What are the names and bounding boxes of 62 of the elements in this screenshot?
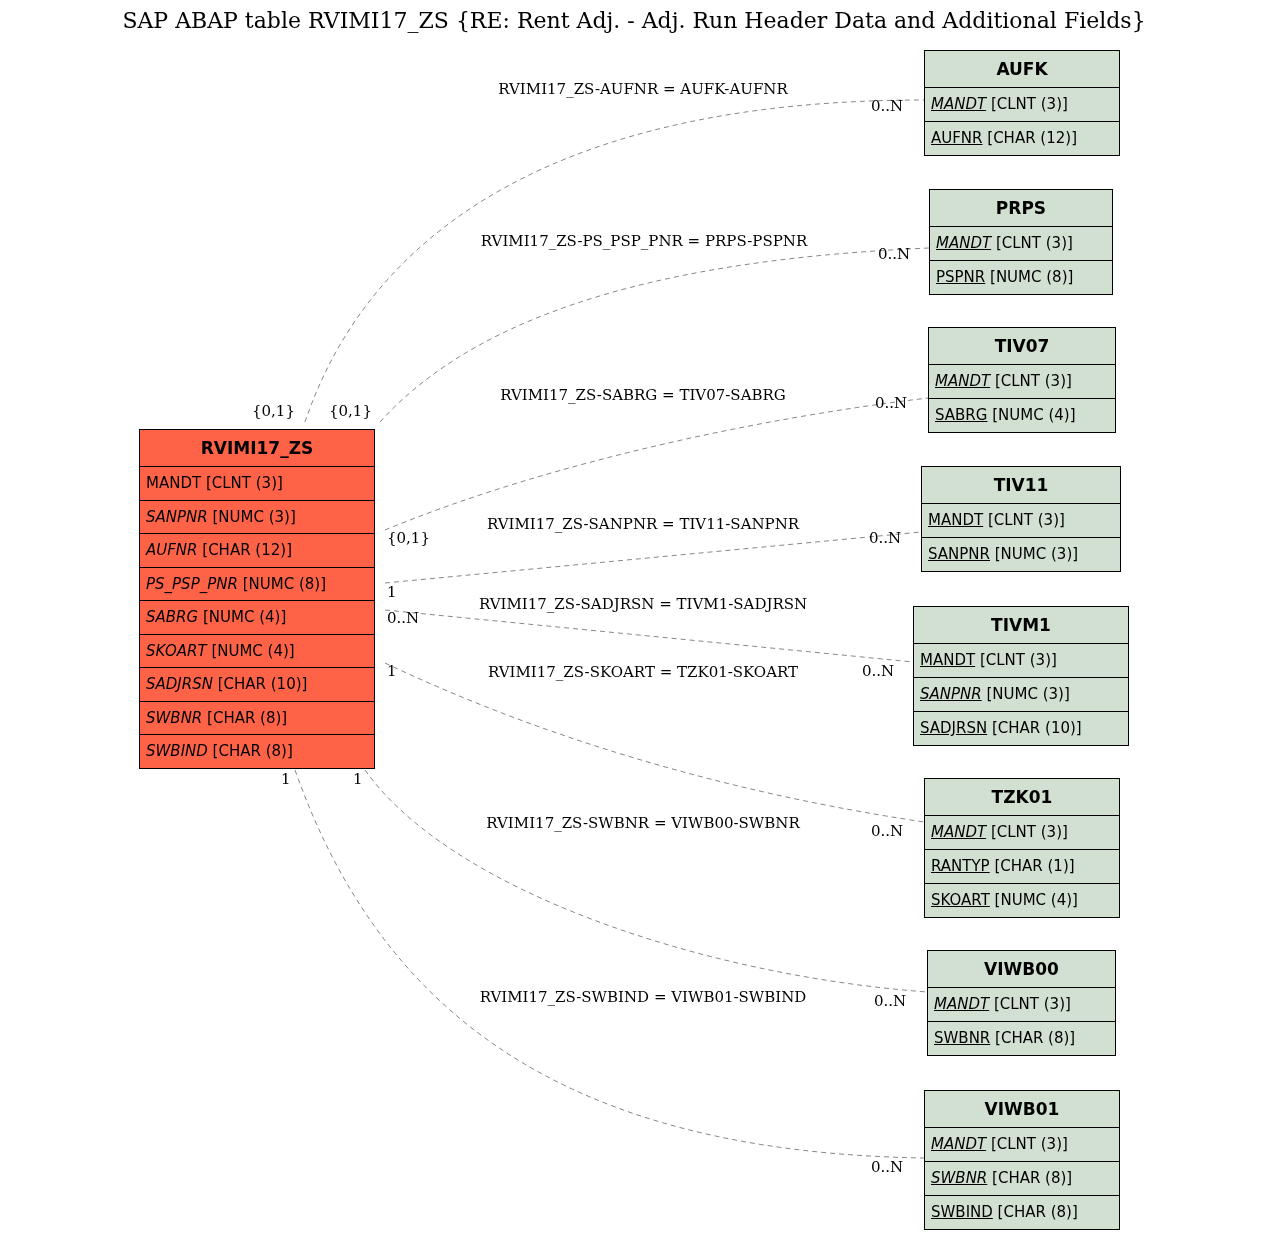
- table-field: MANDT [CLNT (3)]: [925, 88, 1119, 122]
- table-field: SABRG [NUMC (4)]: [929, 399, 1115, 432]
- relation-label: RVIMI17_ZS-SKOART = TZK01-SKOART: [487, 662, 799, 682]
- cardinality-label: {0,1}: [387, 528, 430, 548]
- relation-label: RVIMI17_ZS-PS_PSP_PNR = PRPS-PSPNR: [480, 231, 808, 251]
- table-field: MANDT [CLNT (3)]: [140, 467, 374, 501]
- cardinality-label: 0..N: [871, 821, 904, 841]
- cardinality-label: 1: [387, 661, 397, 681]
- table-name: TIV07: [929, 328, 1115, 365]
- relation-label: RVIMI17_ZS-SWBIND = VIWB01-SWBIND: [479, 987, 807, 1007]
- table-field: SKOART [NUMC (4)]: [140, 634, 374, 668]
- cardinality-label: 1: [387, 582, 397, 602]
- cardinality-label: 0..N: [875, 393, 908, 413]
- diagram-title: SAP ABAP table RVIMI17_ZS {RE: Rent Adj. - Adj. Run Header Data and Additional Fields}: [121, 7, 1147, 33]
- relation-label: RVIMI17_ZS-SANPNR = TIV11-SANPNR: [486, 514, 800, 534]
- table-field: MANDT [CLNT (3)]: [930, 227, 1112, 261]
- table-field: MANDT [CLNT (3)]: [929, 365, 1115, 399]
- cardinality-label: 0..N: [878, 244, 911, 264]
- table-field: AUFNR [CHAR (12)]: [140, 534, 374, 568]
- table-name: VIWB00: [928, 951, 1115, 988]
- table-field: SWBNR [CHAR (8)]: [140, 701, 374, 735]
- cardinality-label: {0,1}: [329, 401, 372, 421]
- table-name: PRPS: [930, 190, 1112, 227]
- table-field: AUFNR [CHAR (12)]: [925, 122, 1119, 155]
- table-field: PS_PSP_PNR [NUMC (8)]: [140, 567, 374, 601]
- table-field: SANPNR [NUMC (3)]: [914, 678, 1128, 712]
- table-name: AUFK: [925, 51, 1119, 88]
- relation-label: RVIMI17_ZS-SWBNR = VIWB00-SWBNR: [486, 813, 800, 833]
- table-field: SWBNR [CHAR (8)]: [925, 1162, 1119, 1196]
- relation-label: RVIMI17_ZS-AUFNR = AUFK-AUFNR: [498, 79, 788, 99]
- cardinality-label: 0..N: [869, 528, 902, 548]
- table-field: SKOART [NUMC (4)]: [925, 884, 1119, 917]
- cardinality-label: 0..N: [871, 96, 904, 116]
- table-name: TIV11: [922, 467, 1120, 504]
- table-field: SANPNR [NUMC (3)]: [922, 538, 1120, 571]
- table-name: TZK01: [925, 779, 1119, 816]
- cardinality-label: 0..N: [387, 608, 420, 628]
- table-field: SWBNR [CHAR (8)]: [928, 1022, 1115, 1055]
- table-field: MANDT [CLNT (3)]: [914, 644, 1128, 678]
- table-field: MANDT [CLNT (3)]: [928, 988, 1115, 1022]
- table-field: SADJRSN [CHAR (10)]: [914, 712, 1128, 745]
- table-field: MANDT [CLNT (3)]: [925, 1128, 1119, 1162]
- cardinality-label: 1: [353, 769, 363, 789]
- relation-label: RVIMI17_ZS-SABRG = TIV07-SABRG: [500, 385, 786, 405]
- table-field: RANTYP [CHAR (1)]: [925, 850, 1119, 884]
- table-field: SADJRSN [CHAR (10)]: [140, 668, 374, 702]
- cardinality-label: 0..N: [871, 1157, 904, 1177]
- table-field: SWBIND [CHAR (8)]: [925, 1196, 1119, 1229]
- table-field: SABRG [NUMC (4)]: [140, 601, 374, 635]
- cardinality-label: 0..N: [862, 661, 895, 681]
- table-field: SWBIND [CHAR (8)]: [140, 735, 374, 768]
- table-field: MANDT [CLNT (3)]: [922, 504, 1120, 538]
- table-field: PSPNR [NUMC (8)]: [930, 261, 1112, 294]
- table-name: TIVM1: [914, 607, 1128, 644]
- cardinality-label: {0,1}: [252, 401, 295, 421]
- cardinality-label: 1: [281, 769, 291, 789]
- cardinality-label: 0..N: [874, 991, 907, 1011]
- table-name: RVIMI17_ZS: [140, 430, 374, 467]
- relation-label: RVIMI17_ZS-SADJRSN = TIVM1-SADJRSN: [478, 594, 808, 614]
- table-field: SANPNR [NUMC (3)]: [140, 500, 374, 534]
- table-name: VIWB01: [925, 1091, 1119, 1128]
- table-field: MANDT [CLNT (3)]: [925, 816, 1119, 850]
